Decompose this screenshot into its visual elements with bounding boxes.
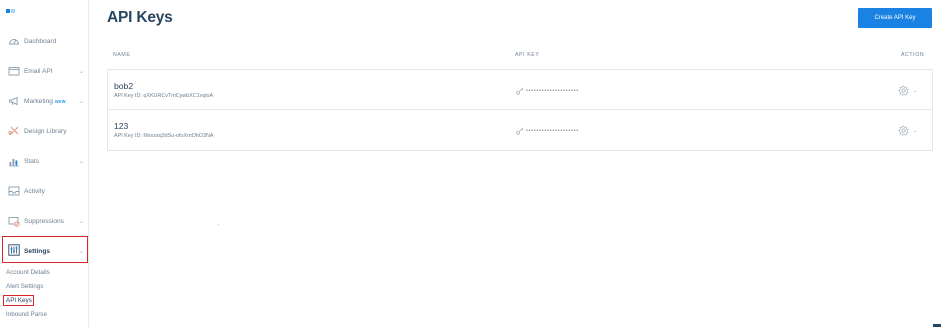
sidebar-item-marketing[interactable]: Marketing NEW ⌄: [0, 86, 89, 116]
create-api-key-button[interactable]: Create API Key: [858, 8, 932, 28]
brush-icon: [8, 125, 20, 137]
sidebar: Dashboard Email API ⌄ Marketing NEW ⌄ Des…: [0, 0, 89, 327]
chevron-down-icon[interactable]: ⌄: [79, 98, 84, 105]
sidebar-item-label: Marketing NEW: [24, 98, 66, 105]
gauge-icon: [8, 35, 20, 47]
megaphone-icon: [8, 95, 20, 107]
sidebar-item-label: Stats: [24, 157, 40, 165]
row-action-menu[interactable]: ⌄: [898, 125, 918, 136]
bar-chart-icon: [8, 155, 20, 167]
chevron-down-icon[interactable]: ⌄: [79, 158, 84, 165]
sidebar-item-label: Dashboard: [24, 37, 57, 45]
column-header-api-key: API KEY: [515, 52, 540, 58]
sidebar-item-label: Email API: [24, 67, 53, 75]
api-key-id: API Key ID: Mxszsq3dSu-ofuXmOhO3NA: [114, 133, 214, 139]
sidebar-item-label: Settings: [24, 247, 51, 255]
masked-key: ••••••••••••••••••••: [526, 128, 580, 134]
page-title: API Keys: [107, 9, 173, 26]
sidebar-item-suppressions[interactable]: Suppressions ⌄: [0, 206, 89, 236]
gear-icon[interactable]: [898, 85, 909, 96]
row-action-menu[interactable]: ⌄: [898, 85, 918, 96]
gear-icon[interactable]: [898, 125, 909, 136]
table-row: bob2 API Key ID: qXKURCvTmCywbXC1vqioA •…: [107, 69, 933, 110]
column-header-name: NAME: [113, 52, 131, 58]
api-key-name: 123: [114, 121, 129, 131]
sidebar-item-label-text: Marketing: [24, 97, 53, 105]
key-icon: [516, 87, 524, 95]
table-row: 123 API Key ID: Mxszsq3dSu-ofuXmOhO3NA •…: [107, 110, 933, 151]
logo[interactable]: [6, 0, 16, 13]
submenu-account-details[interactable]: Account Details: [6, 269, 50, 276]
sidebar-item-label: Design Library: [24, 127, 67, 135]
column-header-action: ACTION: [901, 52, 925, 58]
envelope-icon: [8, 65, 20, 77]
api-key-masked: ••••••••••••••••••••: [516, 87, 579, 95]
new-badge: NEW: [54, 98, 66, 104]
chevron-down-icon[interactable]: ⌄: [79, 218, 84, 225]
api-key-id: API Key ID: qXKURCvTmCywbXC1vqioA: [114, 93, 214, 99]
divider: [218, 224, 219, 225]
chevron-down-icon[interactable]: ⌄: [913, 128, 918, 134]
sidebar-item-dashboard[interactable]: Dashboard: [0, 26, 89, 56]
sidebar-item-settings[interactable]: Settings ⌄: [0, 236, 89, 266]
submenu-inbound-parse[interactable]: Inbound Parse: [6, 311, 47, 318]
sidebar-item-email-api[interactable]: Email API ⌄: [0, 56, 89, 86]
submenu-alert-settings[interactable]: Alert Settings: [6, 283, 43, 290]
chevron-down-icon[interactable]: ⌄: [79, 248, 84, 255]
inbox-icon: [8, 185, 20, 197]
sidebar-item-design-library[interactable]: Design Library: [0, 116, 89, 146]
chevron-down-icon[interactable]: ⌄: [79, 68, 84, 75]
api-key-name: bob2: [114, 81, 134, 91]
table-header: NAME API KEY ACTION: [107, 49, 933, 63]
submenu-api-keys[interactable]: API Keys: [6, 297, 32, 304]
block-envelope-icon: [8, 215, 20, 227]
sliders-icon: [8, 244, 20, 256]
api-key-masked: ••••••••••••••••••••: [516, 127, 579, 135]
chevron-down-icon[interactable]: ⌄: [913, 88, 918, 94]
sidebar-item-stats[interactable]: Stats ⌄: [0, 146, 89, 176]
sidebar-item-activity[interactable]: Activity: [0, 176, 89, 206]
key-icon: [516, 127, 524, 135]
sidebar-item-label: Activity: [24, 187, 45, 195]
masked-key: ••••••••••••••••••••: [526, 88, 580, 94]
sidebar-item-label: Suppressions: [24, 217, 64, 225]
